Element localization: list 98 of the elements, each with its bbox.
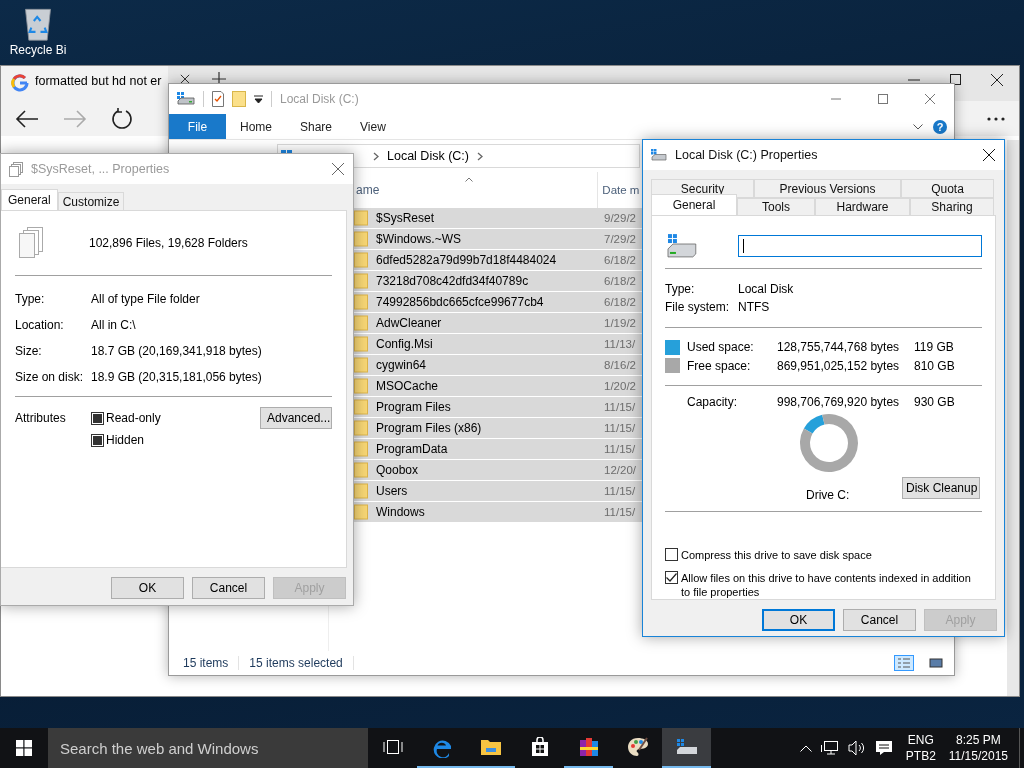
books-icon	[577, 737, 600, 757]
copies-icon	[9, 161, 23, 177]
drive-name-field[interactable]	[737, 235, 982, 258]
dialog-title: Local Disk (C:) Properties	[675, 148, 818, 162]
palette-icon	[626, 737, 649, 757]
back-icon[interactable]	[15, 108, 39, 129]
dialog-button[interactable]: Cancel	[843, 609, 916, 631]
field-label: File system:	[665, 300, 730, 315]
task-view-icon	[382, 739, 403, 755]
folder-icon	[354, 504, 368, 520]
field-value: 119 GB	[914, 340, 954, 355]
field-label: Capacity:	[687, 394, 739, 409]
refresh-icon[interactable]	[111, 107, 133, 130]
volume-icon[interactable]	[847, 740, 866, 756]
network-icon[interactable]	[820, 740, 839, 756]
field-label: Location:	[15, 318, 65, 332]
folder-icon	[354, 399, 368, 415]
desktop-icon-label: Recycle Bi	[9, 43, 67, 57]
folder-icon	[354, 252, 368, 268]
selection-count: 15 items selected	[249, 656, 343, 670]
folder-icon	[354, 357, 368, 373]
up-caret-icon[interactable]	[799, 744, 812, 752]
field-value: All of type File folder	[91, 292, 200, 306]
dialog-tab[interactable]: Hardware	[815, 198, 910, 216]
checkbox[interactable]	[665, 548, 678, 561]
field-value: 810 GB	[914, 358, 955, 373]
drive-icon	[675, 739, 698, 755]
field-value: 930 GB	[914, 394, 955, 409]
field-value: All in C:\	[91, 318, 136, 332]
field-value: 998,706,769,920 bytes	[777, 394, 901, 409]
folder-icon	[479, 738, 502, 756]
field-value: 18.9 GB (20,315,181,056 bytes)	[91, 370, 262, 384]
search-field[interactable]: Search the web and Windows	[48, 728, 368, 768]
dialog-button[interactable]: OK	[111, 577, 184, 599]
checkbox-label: Read-only	[106, 411, 161, 425]
folder-icon	[354, 273, 368, 289]
checkbox-label: Hidden	[106, 433, 145, 447]
dialog-tab[interactable]: Quota	[901, 179, 994, 198]
checkbox[interactable]	[91, 433, 104, 447]
notification-icon[interactable]	[874, 740, 893, 756]
summary-text: 102,896 Files, 19,628 Folders	[89, 236, 248, 250]
shopping-bag-icon	[530, 737, 549, 757]
close-icon[interactable]	[991, 73, 1003, 86]
item-count: 15 items	[183, 656, 229, 670]
folder-icon	[354, 231, 368, 247]
window-title: Local Disk (C:)	[280, 92, 359, 106]
windows-logo-icon	[16, 740, 32, 756]
checkbox-label: Compress this drive to save disk space	[681, 548, 873, 562]
advanced-button[interactable]: Advanced...	[260, 407, 332, 429]
checkbox[interactable]	[91, 411, 104, 425]
dialog-title: $SysReset, ... Properties	[31, 162, 170, 176]
folder-icon	[354, 315, 368, 331]
folder-icon	[354, 462, 368, 478]
folder-icon	[354, 294, 368, 310]
folder-icon	[354, 420, 368, 436]
drive-icon	[651, 149, 667, 161]
logo-icon	[11, 74, 29, 92]
scrollbar[interactable]	[1007, 140, 1019, 696]
clock[interactable]: 8:25 PM 11/15/2015	[948, 732, 1008, 764]
field-label: Size:	[15, 344, 43, 358]
field-value: 128,755,744,768 bytes	[777, 340, 901, 355]
drive-label: Drive C:	[806, 488, 850, 502]
language-indicator[interactable]: ENG PTB2	[905, 732, 936, 764]
field-label: Free space:	[687, 358, 752, 373]
drive-icon	[667, 234, 697, 259]
sort-caret-icon	[465, 177, 473, 182]
taskbar-button[interactable]	[662, 728, 711, 768]
dialog-button[interactable]: Cancel	[192, 577, 265, 599]
drive-icon	[177, 92, 195, 106]
checkbox-label: Allow files on this drive to have contents indexed in addition to file properties	[681, 571, 972, 599]
field-value: 869,951,025,152 bytes	[777, 358, 901, 373]
folder-icon	[354, 336, 368, 352]
dialog-tab[interactable]: Previous Versions	[754, 179, 901, 198]
dialog-tab[interactable]: Tools	[737, 198, 815, 216]
disk-cleanup-button[interactable]: Disk Cleanup	[902, 477, 980, 499]
folder-icon	[354, 378, 368, 394]
dialog-tab[interactable]: General	[651, 194, 737, 216]
more-icon[interactable]	[987, 116, 1005, 121]
close-icon[interactable]	[983, 149, 995, 161]
field-value: 18.7 GB (20,169,341,918 bytes)	[91, 344, 262, 358]
close-icon[interactable]	[180, 74, 190, 84]
dialog-button[interactable]: OK	[762, 609, 835, 631]
dialog-tab[interactable]: Sharing	[910, 198, 994, 216]
new-tab-icon[interactable]	[212, 72, 226, 86]
browser-tab[interactable]: formatted but hd not er	[1, 66, 168, 101]
field-label: Type:	[15, 292, 46, 306]
checkbox[interactable]	[665, 571, 678, 584]
files-icon	[18, 227, 44, 259]
field-value: NTFS	[738, 300, 770, 315]
folder-icon	[354, 441, 368, 457]
maximize-icon[interactable]	[950, 74, 961, 85]
field-label: Size on disk:	[15, 370, 85, 384]
field-label: Used space:	[687, 340, 755, 355]
recycle-bin-icon[interactable]	[23, 6, 53, 41]
dialog-tab[interactable]: General	[1, 189, 58, 211]
folder-icon	[354, 483, 368, 499]
folder-icon	[354, 210, 368, 226]
field-label: Attributes	[15, 411, 67, 425]
